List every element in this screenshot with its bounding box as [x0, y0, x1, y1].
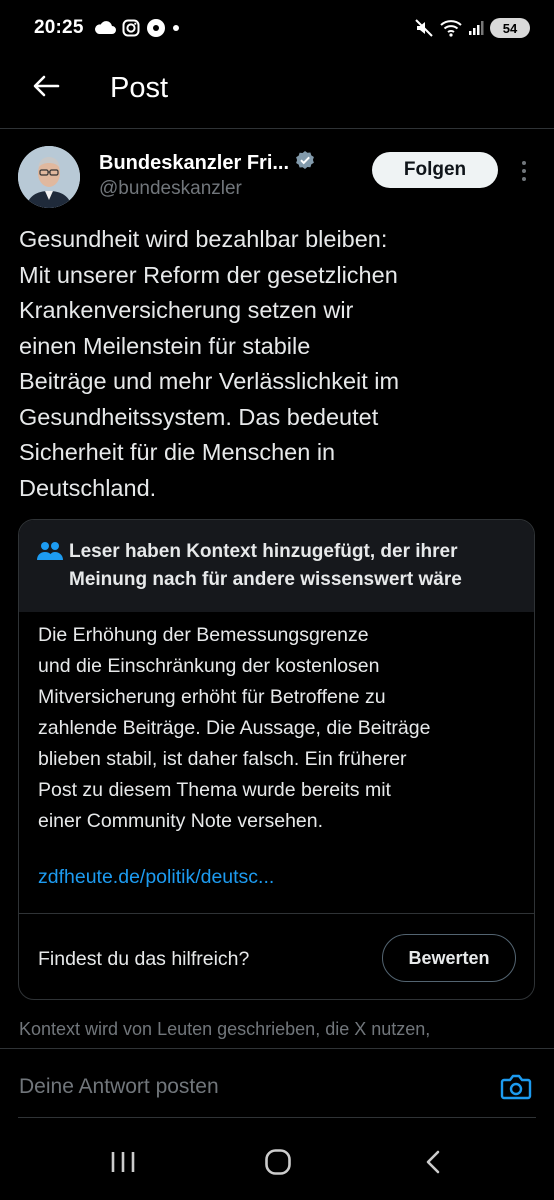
status-time: 20:25 — [34, 17, 84, 38]
note-body-line: Post zu diesem Thema wurde bereits mit — [38, 779, 391, 801]
post-line: Deutschland. — [19, 474, 157, 501]
reply-bar: Deine Antwort posten — [0, 1048, 554, 1118]
reply-input[interactable]: Deine Antwort posten — [19, 1075, 219, 1099]
wifi-icon — [440, 19, 462, 37]
system-back-button[interactable] — [413, 1146, 453, 1182]
header-divider — [0, 128, 554, 129]
more-dot — [522, 177, 526, 181]
post-text: Gesundheit wird bezahlbar bleiben: Mit u… — [19, 222, 534, 506]
verified-badge-icon — [295, 150, 315, 176]
camera-icon[interactable] — [500, 1073, 534, 1103]
instagram-icon — [122, 19, 140, 37]
reply-divider — [18, 1117, 536, 1118]
more-dot — [522, 169, 526, 173]
note-body-line: Mitversicherung erhöht für Betroffene zu — [38, 686, 386, 708]
post-line: Krankenversicherung setzen wir — [19, 297, 354, 323]
author-name: Bundeskanzler Fri... — [99, 151, 290, 174]
note-title: Leser haben Kontext hinzugefügt, der ihr… — [69, 538, 462, 594]
home-button[interactable] — [258, 1146, 298, 1182]
more-dot — [522, 161, 526, 165]
back-button[interactable] — [26, 68, 66, 108]
mute-icon — [414, 18, 434, 38]
author-handle[interactable]: @bundeskanzler — [99, 178, 242, 200]
post-line: Gesundheitssystem. Das bedeutet — [19, 403, 379, 430]
people-icon — [37, 540, 63, 567]
helpful-question: Findest du das hilfreich? — [38, 948, 250, 970]
arrow-left-icon — [32, 74, 60, 103]
author-name-row[interactable]: Bundeskanzler Fri... — [99, 150, 315, 176]
dot-icon — [172, 24, 180, 32]
note-body-line: und die Einschränkung der kostenlosen — [38, 655, 380, 677]
signal-icon — [468, 20, 484, 36]
status-bar: 20:25 54 — [0, 0, 554, 56]
note-body-line: Die Erhöhung der Bemessungsgrenze — [38, 624, 369, 646]
note-body: Die Erhöhung der Bemessungsgrenze und di… — [38, 620, 518, 837]
back-chevron-icon — [424, 1149, 442, 1180]
note-body-line: blieben stabil, ist daher falsch. Ein fr… — [38, 748, 407, 770]
avatar[interactable] — [18, 146, 80, 208]
note-title-line: Meinung nach für andere wissenswert wäre — [69, 569, 462, 590]
community-note: Leser haben Kontext hinzugefügt, der ihr… — [18, 519, 535, 1000]
note-header[interactable]: Leser haben Kontext hinzugefügt, der ihr… — [19, 520, 534, 612]
note-footer[interactable]: Kontext wird von Leuten geschrieben, die… — [19, 1019, 430, 1040]
post-line: einen Meilenstein für stabile — [19, 332, 311, 359]
author-row: Bundeskanzler Fri... @bundeskanzler Folg… — [18, 146, 538, 208]
cloud-icon — [94, 21, 116, 35]
post-line: Sicherheit für die Menschen in — [19, 439, 336, 465]
more-options-button[interactable] — [514, 156, 534, 186]
note-body-line: einer Community Note versehen. — [38, 810, 324, 832]
battery-indicator: 54 — [490, 18, 530, 38]
media-icon — [146, 18, 166, 38]
note-source-link[interactable]: zdfheute.de/politik/deutsc... — [38, 866, 274, 889]
top-bar: Post — [0, 58, 554, 118]
post-line: Gesundheit wird bezahlbar bleiben: — [19, 226, 388, 252]
note-divider — [19, 913, 534, 914]
post-line: Mit unserer Reform der gesetzlichen — [19, 261, 398, 288]
rate-button[interactable]: Bewerten — [382, 934, 516, 982]
recents-icon — [110, 1150, 136, 1179]
home-icon — [264, 1148, 292, 1181]
system-nav-bar — [0, 1128, 554, 1200]
follow-button[interactable]: Folgen — [372, 152, 498, 188]
recents-button[interactable] — [103, 1146, 143, 1182]
page-title: Post — [110, 71, 169, 104]
note-body-line: zahlende Beiträge. Die Aussage, die Beit… — [38, 717, 431, 739]
post-line: Beiträge und mehr Verlässlichkeit im — [19, 368, 400, 394]
note-title-line: Leser haben Kontext hinzugefügt, der ihr… — [69, 541, 458, 562]
